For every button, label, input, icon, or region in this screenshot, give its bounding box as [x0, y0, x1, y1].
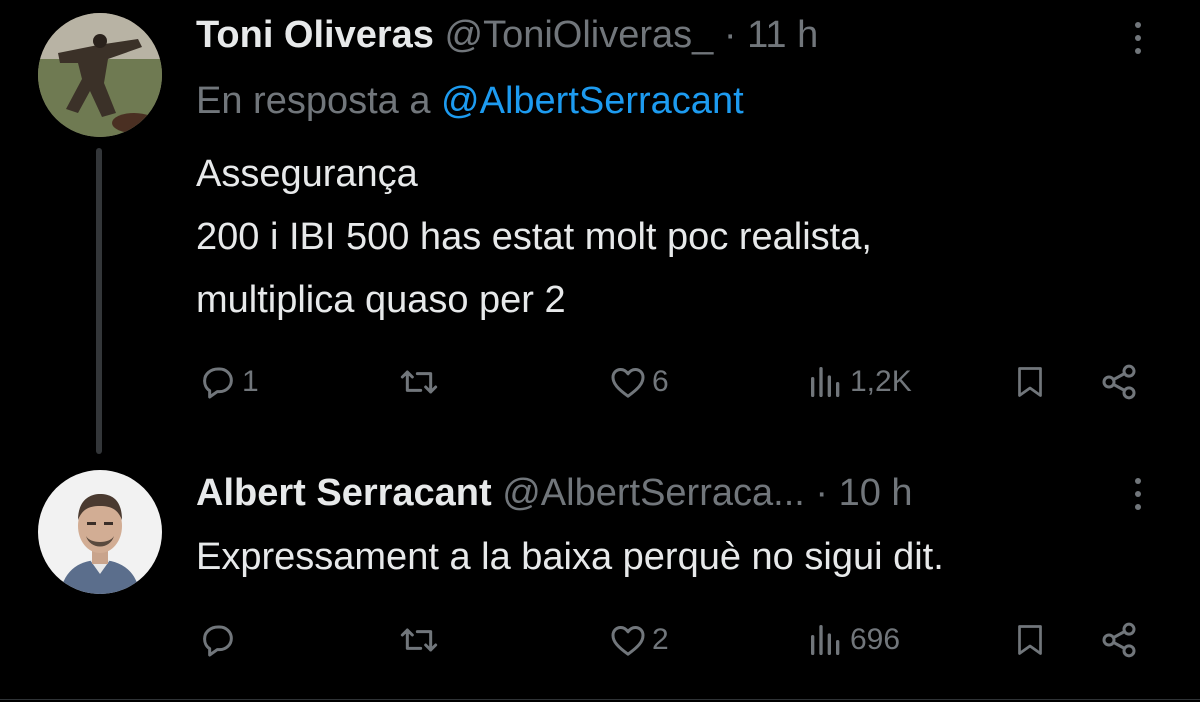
tweet-header: Albert Serracant @AlbertSerraca... · 10 …: [196, 472, 913, 515]
tweet-text: Assegurança 200 i IBI 500 has estat molt…: [196, 143, 872, 332]
heart-icon: [611, 368, 645, 398]
avatar-image: [38, 13, 162, 137]
avatar-image: [38, 470, 162, 594]
like-button[interactable]: 6: [608, 362, 669, 402]
author-name[interactable]: Toni Oliveras: [196, 14, 434, 56]
like-button[interactable]: 2: [608, 620, 669, 660]
tweet-text-line: Expressament a la baixa perquè no sigui …: [196, 536, 944, 578]
separator-dot: ·: [815, 472, 829, 514]
retweet-icon: [400, 370, 438, 394]
retweet-button[interactable]: [398, 620, 444, 660]
reply-button[interactable]: 1: [198, 362, 259, 402]
reply-icon: [203, 625, 233, 657]
separator-dot: ·: [723, 14, 737, 56]
views-count: 696: [850, 623, 901, 656]
reply-context: En resposta a @AlbertSerracant: [196, 80, 744, 123]
reply-count: 1: [242, 365, 259, 398]
author-name[interactable]: Albert Serracant: [196, 472, 492, 514]
bookmark-button[interactable]: [1012, 620, 1048, 660]
tweet-text-line: Assegurança: [196, 153, 418, 195]
tweet-text: Expressament a la baixa perquè no sigui …: [196, 526, 944, 589]
avatar[interactable]: [38, 470, 162, 594]
bookmark-icon: [1018, 625, 1042, 655]
like-count: 2: [652, 623, 669, 656]
views-icon: [811, 625, 840, 655]
views-icon: [811, 367, 840, 397]
author-handle[interactable]: @ToniOliveras_: [445, 14, 714, 56]
tweet-header: Toni Oliveras @ToniOliveras_ · 11 h: [196, 14, 818, 57]
views-button[interactable]: 1,2K: [806, 362, 912, 402]
retweet-icon: [400, 628, 438, 652]
bookmark-button[interactable]: [1012, 362, 1048, 402]
share-icon: [1102, 364, 1136, 400]
reply-button[interactable]: [198, 620, 242, 660]
tweet-text-line: 200 i IBI 500 has estat molt poc realist…: [196, 216, 872, 258]
bookmark-icon: [1018, 367, 1042, 397]
divider: [0, 699, 1200, 700]
retweet-button[interactable]: [398, 362, 444, 402]
tweet-text-line: multiplica quaso per 2: [196, 279, 566, 321]
like-count: 6: [652, 365, 669, 398]
views-button[interactable]: 696: [806, 620, 900, 660]
reply-mention-link[interactable]: @AlbertSerracant: [441, 80, 744, 122]
more-icon[interactable]: [1134, 22, 1142, 61]
more-icon[interactable]: [1134, 478, 1142, 517]
share-icon: [1102, 622, 1136, 658]
author-handle[interactable]: @AlbertSerraca...: [502, 472, 805, 514]
reply-icon: [203, 367, 233, 399]
views-count: 1,2K: [850, 365, 912, 398]
reply-prefix: En resposta a: [196, 80, 431, 122]
share-button[interactable]: [1098, 362, 1140, 402]
avatar[interactable]: [38, 13, 162, 137]
timestamp[interactable]: 10 h: [839, 472, 913, 514]
heart-icon: [611, 626, 645, 656]
share-button[interactable]: [1098, 620, 1140, 660]
timestamp[interactable]: 11 h: [747, 14, 818, 56]
thread-line: [96, 148, 102, 454]
